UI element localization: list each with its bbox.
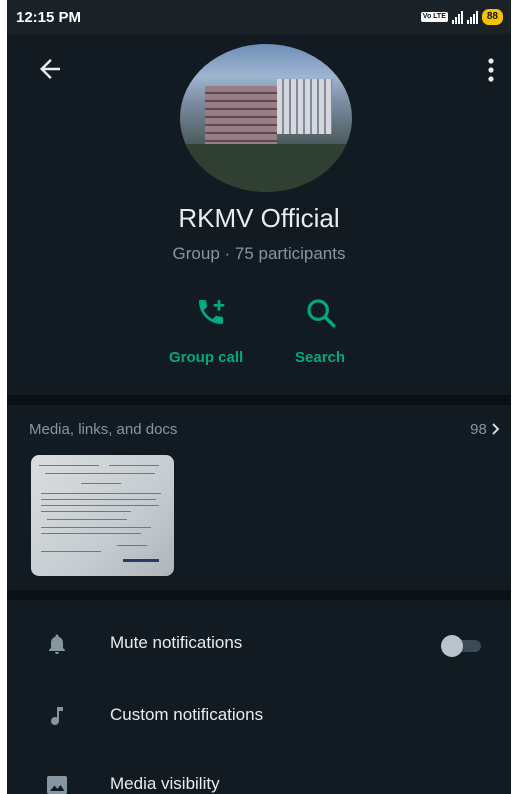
group-avatar[interactable] <box>180 44 352 192</box>
mute-notifications-toggle[interactable] <box>441 635 485 657</box>
group-name: RKMV Official <box>178 203 340 233</box>
bell-icon <box>49 634 65 654</box>
mute-notifications-label: Mute notifications <box>110 633 243 652</box>
volte-icon: Vo LTE <box>420 12 448 22</box>
search-label: Search <box>295 349 346 366</box>
media-visibility-row[interactable]: Media visibility <box>7 757 511 794</box>
chevron-right-icon <box>492 423 500 435</box>
media-visibility-label: Media visibility <box>110 774 220 793</box>
status-icons: Vo LTE 88 <box>420 9 503 25</box>
custom-notifications-label: Custom notifications <box>110 705 264 724</box>
signal-icon <box>466 10 478 24</box>
image-icon <box>47 776 67 794</box>
signal-icon <box>451 10 463 24</box>
section-divider <box>7 395 511 405</box>
toggle-knob <box>441 635 463 657</box>
media-links-docs-header[interactable]: Media, links, and docs 98 <box>29 421 501 441</box>
group-subtitle: Group · 75 participants <box>172 244 346 263</box>
group-call-label: Group call <box>169 349 244 366</box>
back-arrow-icon <box>40 59 60 79</box>
more-vert-icon <box>488 58 494 82</box>
back-button[interactable] <box>35 54 65 84</box>
section-divider <box>7 590 511 600</box>
more-options-button[interactable] <box>485 56 497 84</box>
group-info-screen: 12:15 PM Vo LTE 88 RKMV Official Group ·… <box>7 0 511 794</box>
music-note-icon <box>51 707 63 725</box>
status-bar: 12:15 PM Vo LTE 88 <box>7 0 511 34</box>
search-icon <box>307 299 336 328</box>
battery-icon: 88 <box>481 9 503 25</box>
media-thumbnail[interactable] <box>31 455 174 576</box>
status-time: 12:15 PM <box>16 9 82 26</box>
media-count: 98 <box>470 421 501 438</box>
media-links-docs-label: Media, links, and docs <box>29 421 178 438</box>
custom-notifications-row[interactable]: Custom notifications <box>7 688 511 744</box>
mute-notifications-row[interactable]: Mute notifications <box>7 616 511 672</box>
add-call-icon <box>199 300 225 324</box>
